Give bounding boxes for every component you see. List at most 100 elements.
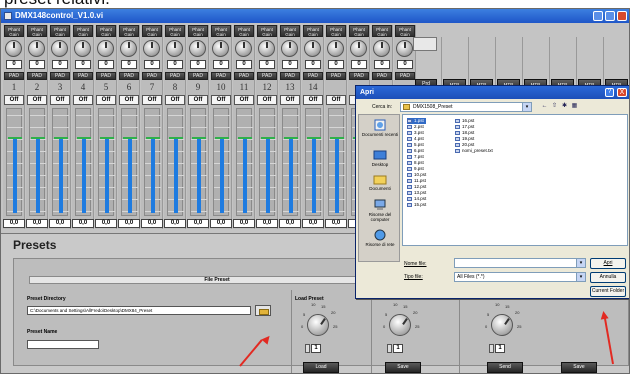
preset-name-input[interactable] [27, 340, 99, 349]
gain-knob[interactable] [189, 40, 206, 57]
preset-action-button[interactable]: Save [385, 362, 421, 373]
fader-value[interactable]: 0,0 [95, 219, 117, 228]
gain-value[interactable]: 0 [351, 60, 367, 69]
spinner-control[interactable] [489, 344, 494, 353]
file-item[interactable]: 15.pst [407, 202, 426, 208]
browse-folder-button[interactable] [255, 305, 271, 316]
gain-value[interactable]: 0 [121, 60, 137, 69]
chevron-down-icon[interactable]: ▾ [576, 259, 585, 267]
level-fader[interactable] [213, 108, 230, 216]
gain-value[interactable]: 0 [397, 60, 413, 69]
channel-off-button[interactable]: Off [4, 95, 24, 105]
preset-select-knob[interactable] [307, 314, 329, 336]
level-fader[interactable] [6, 108, 23, 216]
filename-input[interactable]: ▾ [454, 258, 586, 268]
look-in-dropdown[interactable]: DMX1508_Preset ▾ [400, 102, 532, 112]
spinner-control[interactable] [305, 344, 310, 353]
minimize-button[interactable] [593, 11, 603, 21]
level-fader[interactable] [259, 108, 276, 216]
fader-handle[interactable] [8, 137, 22, 139]
chevron-down-icon[interactable]: ▾ [522, 103, 531, 111]
gain-value[interactable]: 0 [213, 60, 229, 69]
channel-off-button[interactable]: Off [257, 95, 277, 105]
fader-handle[interactable] [54, 137, 68, 139]
gain-knob[interactable] [235, 40, 252, 57]
gain-knob[interactable] [143, 40, 160, 57]
channel-off-button[interactable]: Off [50, 95, 70, 105]
channel-off-button[interactable]: Off [280, 95, 300, 105]
gain-value[interactable]: 0 [75, 60, 91, 69]
gain-value[interactable]: 0 [282, 60, 298, 69]
preset-select-knob[interactable] [389, 314, 411, 336]
level-fader[interactable] [144, 108, 161, 216]
gain-knob[interactable] [51, 40, 68, 57]
level-fader[interactable] [121, 108, 138, 216]
fader-value[interactable]: 0,0 [210, 219, 232, 228]
gain-value[interactable]: 0 [259, 60, 275, 69]
close-button[interactable] [617, 11, 627, 21]
place-recent[interactable]: Documenti recenti [359, 119, 401, 137]
gain-knob[interactable] [350, 40, 367, 57]
gain-knob[interactable] [281, 40, 298, 57]
preset-number[interactable]: 1 [495, 344, 505, 353]
pad-button[interactable]: PAD [372, 72, 392, 80]
level-fader[interactable] [305, 108, 322, 216]
gain-value[interactable]: 0 [305, 60, 321, 69]
view-menu-icon[interactable]: ▦ [570, 102, 579, 111]
gain-value[interactable]: 0 [236, 60, 252, 69]
gain-value[interactable]: 0 [190, 60, 206, 69]
gain-knob[interactable] [304, 40, 321, 57]
fader-value[interactable]: 0,0 [141, 219, 163, 228]
cancel-button[interactable]: Annulla [590, 272, 626, 283]
fader-handle[interactable] [261, 137, 275, 139]
fader-handle[interactable] [307, 137, 321, 139]
file-item[interactable]: nomi_preset.txt [455, 148, 493, 154]
fader-handle[interactable] [146, 137, 160, 139]
place-network[interactable]: Risorse di rete [359, 229, 401, 247]
fader-value[interactable]: 0,0 [118, 219, 140, 228]
gain-knob[interactable] [28, 40, 45, 57]
pad-button[interactable]: PAD [234, 72, 254, 80]
channel-off-button[interactable]: Off [211, 95, 231, 105]
pad-button[interactable]: PAD [188, 72, 208, 80]
channel-off-button[interactable]: Off [165, 95, 185, 105]
gain-knob[interactable] [166, 40, 183, 57]
gain-value[interactable]: 0 [29, 60, 45, 69]
level-fader[interactable] [98, 108, 115, 216]
pad-button[interactable]: PAD [142, 72, 162, 80]
fader-value[interactable]: 0,0 [49, 219, 71, 228]
current-folder-button[interactable]: Current Folder [590, 286, 626, 297]
pad-button[interactable]: PAD [119, 72, 139, 80]
fader-value[interactable]: 0,0 [302, 219, 324, 228]
fader-value[interactable]: 0,0 [72, 219, 94, 228]
preset-number[interactable]: 1 [311, 344, 321, 353]
channel-off-button[interactable]: Off [73, 95, 93, 105]
up-folder-icon[interactable]: ⇧ [550, 102, 559, 111]
fader-value[interactable]: 0,0 [279, 219, 301, 228]
gain-knob[interactable] [97, 40, 114, 57]
fader-handle[interactable] [215, 137, 229, 139]
level-fader[interactable] [328, 108, 345, 216]
help-button[interactable]: ? [605, 88, 614, 97]
fader-value[interactable]: 0,0 [187, 219, 209, 228]
channel-off-button[interactable]: Off [234, 95, 254, 105]
fader-handle[interactable] [238, 137, 252, 139]
gain-knob[interactable] [396, 40, 413, 57]
channel-off-button[interactable]: Off [303, 95, 323, 105]
level-fader[interactable] [167, 108, 184, 216]
preset-action-button[interactable]: Send [487, 362, 523, 373]
pad-button[interactable]: PAD [303, 72, 323, 80]
fader-handle[interactable] [31, 137, 45, 139]
gain-knob[interactable] [258, 40, 275, 57]
place-documents[interactable]: Documenti [359, 173, 401, 191]
pad-button[interactable]: PAD [50, 72, 70, 80]
gain-knob[interactable] [327, 40, 344, 57]
pad-button[interactable]: PAD [211, 72, 231, 80]
back-icon[interactable]: ← [540, 102, 549, 111]
pad-button[interactable]: PAD [280, 72, 300, 80]
fader-handle[interactable] [169, 137, 183, 139]
fader-handle[interactable] [330, 137, 344, 139]
preset-directory-input[interactable]: C:\Documents and Settings\AllFredo\Deskt… [27, 306, 251, 315]
gain-value[interactable]: 0 [6, 60, 22, 69]
channel-off-button[interactable]: Off [96, 95, 116, 105]
